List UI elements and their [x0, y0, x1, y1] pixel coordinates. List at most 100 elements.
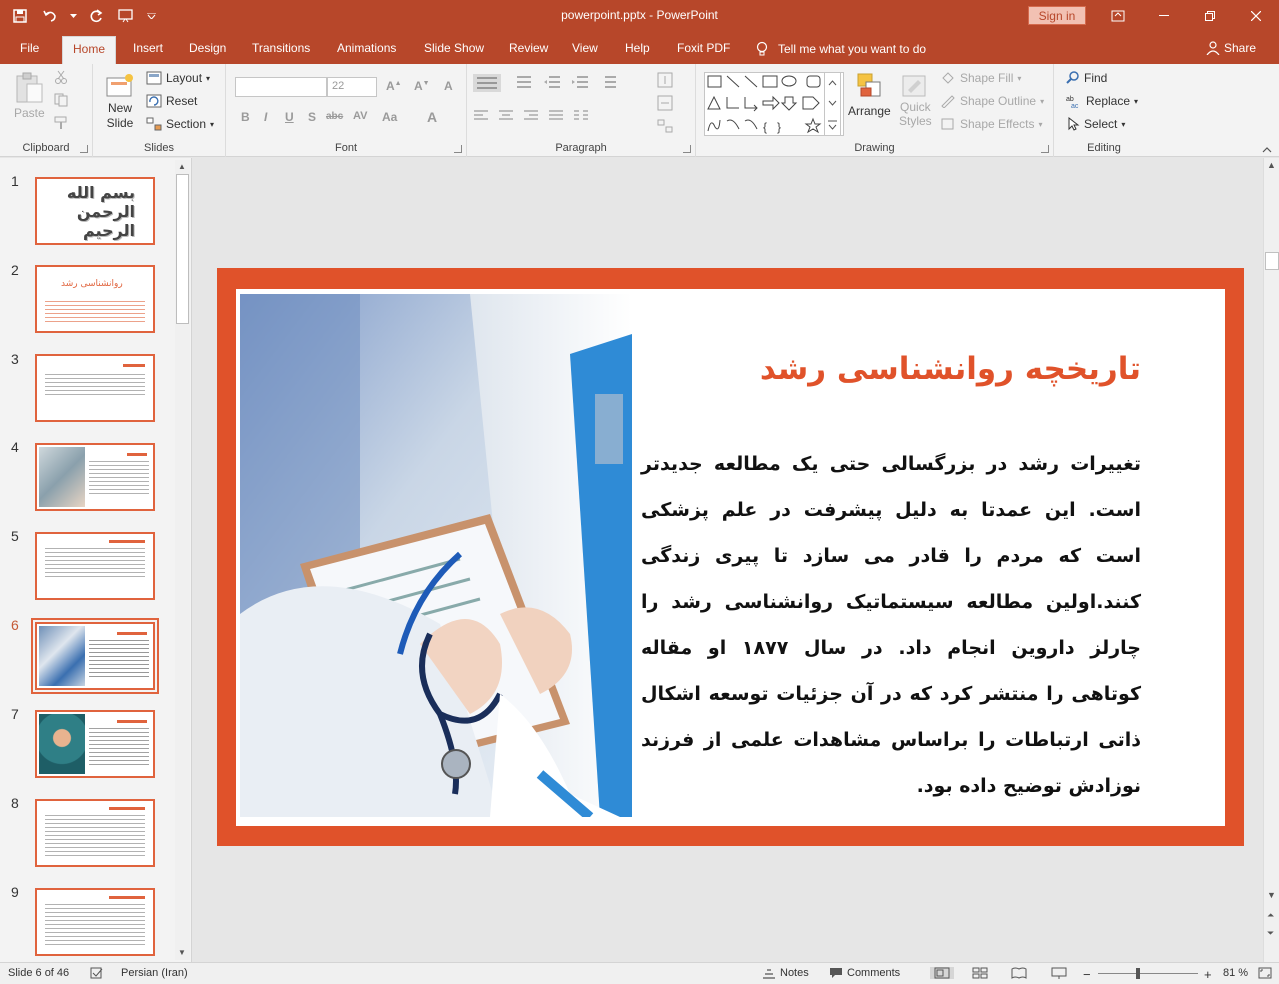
slide-thumbnail-2[interactable]: روانشناسی رشد — [35, 265, 155, 333]
text-direction-icon[interactable] — [657, 72, 677, 88]
slide-thumbnail-9[interactable] — [35, 888, 155, 956]
tab-foxit-pdf[interactable]: Foxit PDF — [677, 41, 730, 55]
slide-thumbnail-8[interactable] — [35, 799, 155, 867]
italic-button[interactable]: I — [264, 110, 267, 124]
tell-me-search[interactable]: Tell me what you want to do — [756, 41, 926, 57]
drawing-launcher-icon[interactable] — [1041, 145, 1049, 153]
close-icon[interactable] — [1233, 0, 1279, 32]
align-center-icon[interactable] — [498, 109, 514, 123]
share-button[interactable]: Share — [1206, 41, 1256, 55]
align-text-icon[interactable] — [657, 95, 677, 111]
shape-outline-button[interactable]: Shape Outline ▾ — [940, 94, 1044, 108]
slide-thumbnail-1[interactable]: بسم الله الرحمن الرحیم — [35, 177, 155, 245]
slide-title[interactable]: تاریخچه روانشناسی رشد — [760, 351, 1141, 387]
tab-slide-show[interactable]: Slide Show — [424, 41, 484, 55]
arrange-button[interactable]: Arrange — [848, 72, 891, 118]
find-button[interactable]: Find — [1066, 71, 1107, 85]
clipboard-launcher-icon[interactable] — [80, 145, 88, 153]
paste-button[interactable]: Paste — [14, 72, 45, 120]
numbering-icon[interactable] — [511, 74, 533, 90]
character-spacing-button[interactable]: AV — [353, 110, 367, 122]
restore-icon[interactable] — [1187, 0, 1233, 32]
tab-file[interactable]: File — [20, 41, 39, 55]
comments-button[interactable]: Comments — [829, 967, 900, 979]
slide-scroll-thumb[interactable] — [1265, 252, 1279, 270]
slide-thumbnail-6[interactable] — [31, 618, 159, 694]
language-indicator[interactable]: Persian (Iran) — [121, 967, 188, 979]
minimize-icon[interactable] — [1141, 0, 1187, 32]
tab-home[interactable]: Home — [62, 36, 117, 64]
cut-icon[interactable] — [54, 70, 68, 84]
slide-sorter-icon[interactable] — [972, 967, 988, 979]
tab-transitions[interactable]: Transitions — [252, 41, 310, 55]
slide-body-text[interactable]: تغییرات رشد در بزرگسالی حتی یک مطالعه جد… — [641, 441, 1141, 809]
slide-thumbnail-5[interactable] — [35, 532, 155, 600]
copy-icon[interactable] — [54, 93, 70, 107]
tab-insert[interactable]: Insert — [133, 41, 163, 55]
font-size-combo[interactable]: 22 — [327, 77, 377, 97]
line-spacing-icon[interactable] — [599, 74, 617, 90]
select-button[interactable]: Select ▾ — [1066, 117, 1125, 131]
zoom-in-icon[interactable]: + — [1204, 967, 1212, 982]
slide-vertical-scrollbar[interactable]: ▲ ▼ ⏶ ⏷ — [1263, 158, 1279, 962]
paragraph-group: Paragraph — [467, 64, 696, 157]
tab-design[interactable]: Design — [189, 41, 226, 55]
slideshow-view-icon[interactable] — [1051, 967, 1067, 979]
align-left-icon[interactable] — [473, 109, 489, 123]
clear-format-icon[interactable]: A — [444, 79, 453, 93]
columns-icon[interactable] — [573, 109, 589, 123]
ribbon-display-options-icon[interactable] — [1095, 0, 1141, 32]
reset-button[interactable]: Reset — [146, 94, 197, 108]
strikethrough-button[interactable]: abc — [326, 111, 343, 122]
thumbnails-scrollbar[interactable]: ▲ ▼ — [175, 160, 190, 960]
collapse-ribbon-icon[interactable] — [1262, 142, 1272, 156]
underline-button[interactable]: U — [285, 110, 294, 124]
slide-thumbnail-3[interactable] — [35, 354, 155, 422]
quick-styles-button[interactable]: Quick Styles — [899, 72, 932, 128]
next-slide-icon[interactable]: ⏷ — [1267, 928, 1274, 939]
font-color-button[interactable]: A — [427, 109, 437, 125]
shape-effects-button[interactable]: Shape Effects ▾ — [940, 117, 1043, 131]
normal-view-icon[interactable] — [930, 967, 954, 979]
paragraph-launcher-icon[interactable] — [683, 145, 691, 153]
font-launcher-icon[interactable] — [454, 145, 462, 153]
section-button[interactable]: Section ▾ — [146, 117, 214, 131]
decrease-font-icon[interactable]: A▼ — [414, 79, 430, 93]
shapes-gallery[interactable]: {} — [704, 72, 844, 136]
shapes-gallery-scroll[interactable] — [824, 72, 841, 136]
notes-button[interactable]: Notes — [762, 967, 809, 979]
fit-to-window-icon[interactable] — [1258, 967, 1272, 979]
decrease-indent-icon[interactable] — [543, 74, 561, 90]
reading-view-icon[interactable] — [1011, 967, 1027, 979]
slide-thumbnail-4[interactable] — [35, 443, 155, 511]
previous-slide-icon[interactable]: ⏶ — [1267, 910, 1274, 921]
thumbnails-scroll-thumb[interactable] — [176, 174, 189, 324]
align-right-icon[interactable] — [523, 109, 539, 123]
slide-thumbnail-7[interactable] — [35, 710, 155, 778]
justify-icon[interactable] — [548, 109, 564, 123]
current-slide[interactable]: تاریخچه روانشناسی رشد تغییرات رشد در بزر… — [217, 268, 1244, 846]
zoom-out-icon[interactable]: − — [1083, 967, 1091, 982]
tab-animations[interactable]: Animations — [337, 41, 396, 55]
zoom-level[interactable]: 81 % — [1223, 967, 1248, 979]
bold-button[interactable]: B — [241, 110, 250, 124]
increase-font-icon[interactable]: A▲ — [386, 79, 402, 93]
zoom-slider[interactable] — [1098, 973, 1198, 974]
change-case-button[interactable]: Aa — [382, 110, 397, 124]
font-name-combo[interactable] — [235, 77, 327, 97]
zoom-slider-thumb[interactable] — [1136, 968, 1140, 979]
tab-help[interactable]: Help — [625, 41, 650, 55]
shape-fill-button[interactable]: Shape Fill ▾ — [940, 71, 1021, 85]
smartart-icon[interactable] — [657, 118, 677, 134]
sign-in-button[interactable]: Sign in — [1028, 6, 1086, 25]
tab-view[interactable]: View — [572, 41, 598, 55]
layout-button[interactable]: Layout ▾ — [146, 71, 210, 85]
increase-indent-icon[interactable] — [571, 74, 589, 90]
bullets-icon[interactable] — [473, 74, 501, 92]
tab-review[interactable]: Review — [509, 41, 548, 55]
new-slide-button[interactable]: New Slide — [105, 72, 135, 130]
format-painter-icon[interactable] — [54, 116, 70, 130]
shadow-button[interactable]: S — [308, 110, 316, 124]
replace-button[interactable]: ab ac Replace ▾ — [1066, 94, 1138, 108]
spelling-icon[interactable] — [90, 967, 104, 979]
